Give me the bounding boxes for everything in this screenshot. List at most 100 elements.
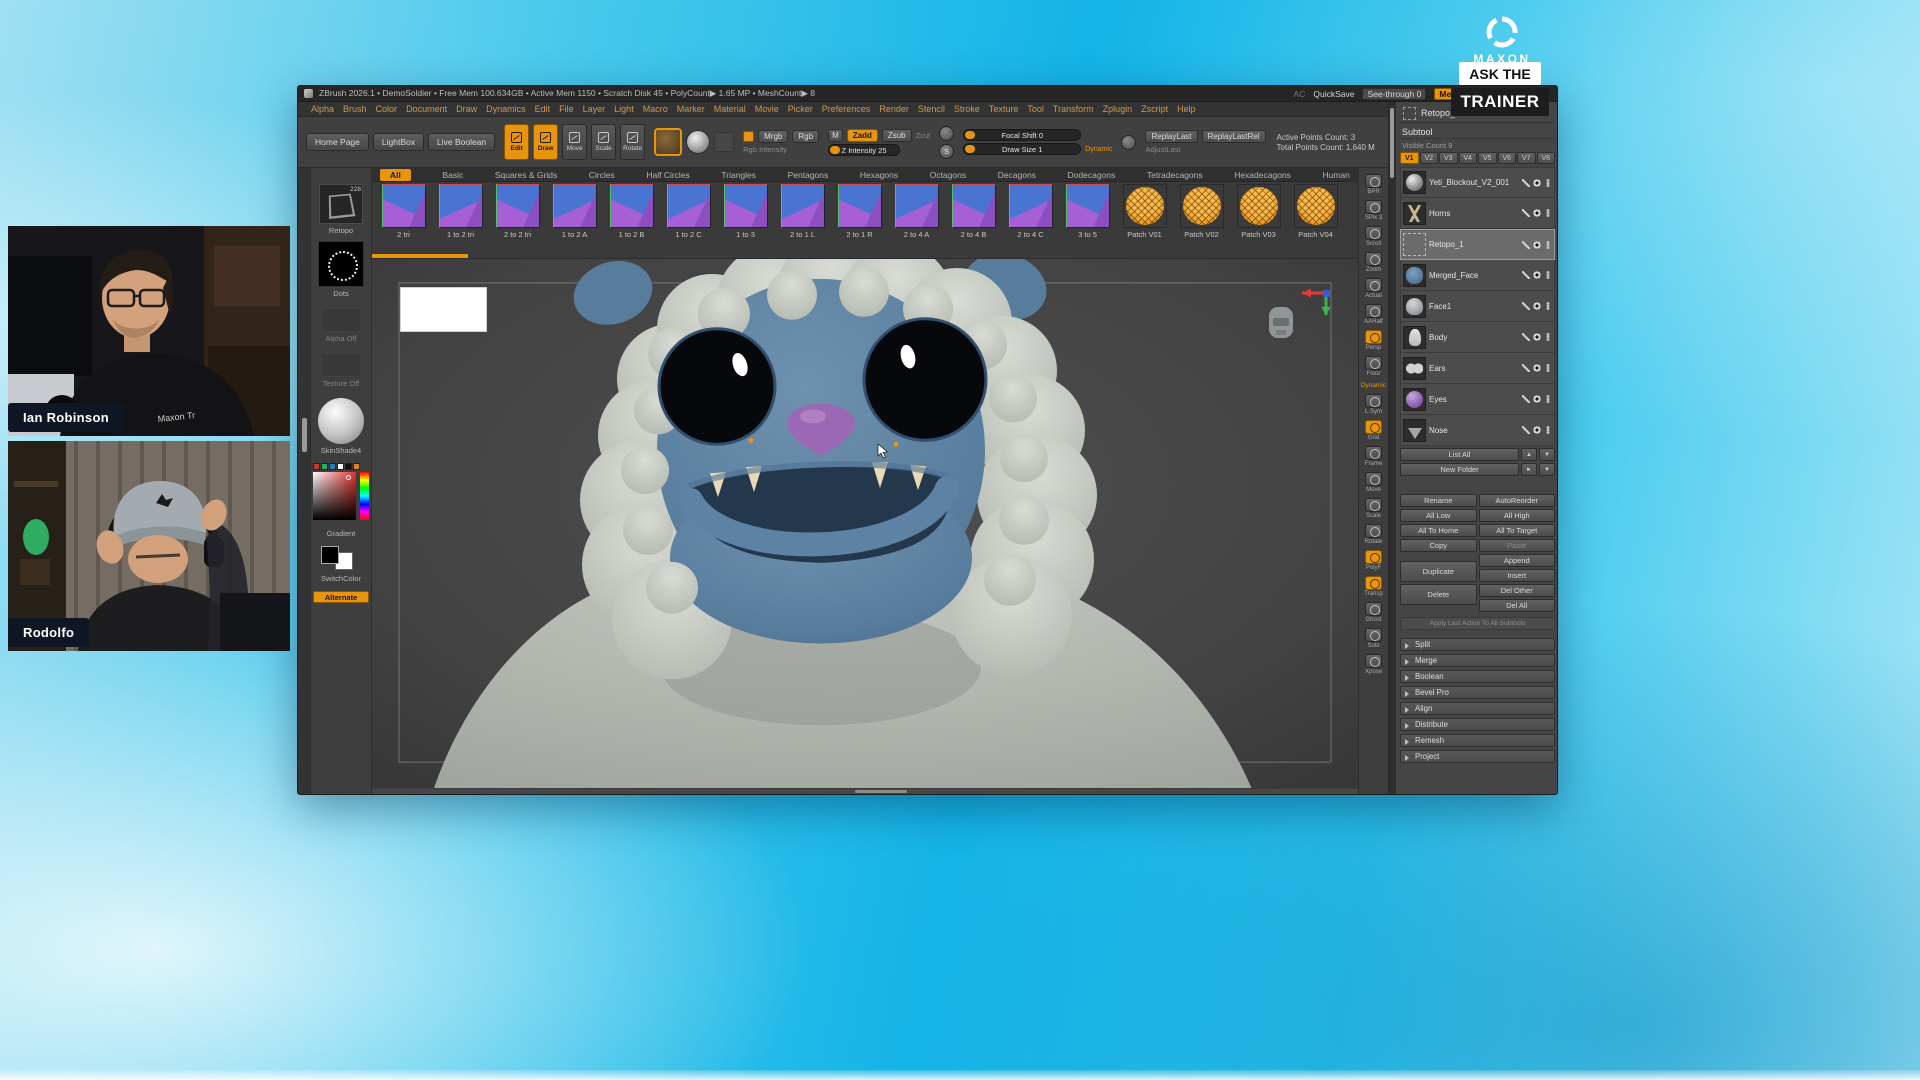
shelf-toggle[interactable]: Scale (1359, 495, 1388, 521)
version-tab[interactable]: V3 (1439, 152, 1458, 164)
subtool-row[interactable]: Body (1400, 322, 1555, 353)
alternate-button[interactable]: Alternate (313, 591, 369, 603)
material-widget[interactable]: SkinShade4 (318, 398, 364, 455)
brush-thumbnail[interactable] (895, 184, 939, 228)
quicksave-button[interactable]: QuickSave (1313, 89, 1354, 99)
menu-item[interactable]: Edit (535, 104, 551, 114)
subtool-options-icon[interactable] (1544, 364, 1552, 372)
visibility-eye-icon[interactable] (1533, 333, 1541, 341)
brush-item[interactable]: Patch V03 (1231, 184, 1286, 252)
subtool-row[interactable]: Merged_Face (1400, 260, 1555, 291)
retopo-tool-icon[interactable]: 228 (319, 184, 363, 224)
polypaint-icon[interactable] (1522, 395, 1530, 403)
menu-item[interactable]: Color (376, 104, 398, 114)
brush-category-tab[interactable]: Octagons (930, 170, 966, 180)
texture-off-icon[interactable] (321, 353, 361, 377)
shelf-toggle[interactable]: Actual (1359, 275, 1388, 301)
shelf-toggle-icon[interactable] (1365, 200, 1382, 214)
visibility-eye-icon[interactable] (1533, 209, 1541, 217)
subtool-row[interactable]: Horns (1400, 198, 1555, 229)
menu-item[interactable]: Dynamics (486, 104, 526, 114)
subtool-thumbnail[interactable] (1403, 326, 1426, 349)
titlebar[interactable]: ZBrush 2026.1 • DemoSoldier • Free Mem 1… (298, 86, 1557, 102)
axis-gizmo[interactable] (1290, 285, 1332, 325)
panel-scrollbar[interactable] (1389, 102, 1396, 794)
duplicate-button[interactable]: Duplicate (1400, 561, 1477, 582)
menu-item[interactable]: Macro (643, 104, 668, 114)
brush-item[interactable]: 3 to 5 (1060, 184, 1115, 252)
all-to-home-button[interactable]: All To Home (1400, 524, 1477, 537)
menu-item[interactable]: Tool (1027, 104, 1044, 114)
move-to-folder-button[interactable]: ► (1521, 463, 1537, 476)
brush-thumbnail[interactable] (610, 184, 654, 228)
insert-button[interactable]: Insert (1479, 569, 1556, 582)
paste-button[interactable]: Paste (1479, 539, 1556, 552)
menu-item[interactable]: Light (614, 104, 634, 114)
brush-thumbnail[interactable] (439, 184, 483, 228)
lightbox-button[interactable]: LightBox (373, 133, 424, 151)
transform-mode-button[interactable]: Draw (533, 124, 558, 160)
transform-mode-button[interactable]: Move (562, 124, 587, 160)
replay-last-button[interactable]: ReplayLast (1145, 130, 1197, 143)
brush-item[interactable]: Patch V04 (1288, 184, 1343, 252)
subtool-options-icon[interactable] (1544, 241, 1552, 249)
brush-thumbnail[interactable] (1294, 184, 1338, 228)
brush-category-tab[interactable]: Half Circles (646, 170, 689, 180)
shelf-toggle[interactable]: AAHalf (1359, 301, 1388, 327)
shelf-toggle[interactable]: Frame (1359, 443, 1388, 469)
shelf-toggle[interactable]: Persp (1359, 327, 1388, 353)
menu-item[interactable]: Material (714, 104, 746, 114)
brush-item[interactable]: 2 to 4 A (889, 184, 944, 252)
draw-size-slider[interactable]: Draw Size 1 (963, 143, 1081, 155)
visibility-eye-icon[interactable] (1533, 179, 1541, 187)
shelf-toggle[interactable]: Zoom (1359, 249, 1388, 275)
shelf-toggle[interactable]: Solo (1359, 625, 1388, 651)
brush-category-tab[interactable]: Human (1322, 170, 1349, 180)
menu-item[interactable]: Preferences (822, 104, 871, 114)
menu-item[interactable]: Layer (583, 104, 606, 114)
current-brush-thumbnail[interactable] (654, 128, 682, 156)
polypaint-icon[interactable] (1522, 209, 1530, 217)
subsection-header[interactable]: Bevel Pro (1400, 686, 1555, 699)
focal-knob-icon[interactable] (939, 126, 954, 141)
brush-item[interactable]: 2 tri (376, 184, 431, 252)
shelf-toggle-icon[interactable] (1365, 446, 1382, 460)
brush-thumbnail[interactable] (667, 184, 711, 228)
menu-item[interactable]: Picker (788, 104, 813, 114)
version-tab[interactable]: V2 (1420, 152, 1439, 164)
material-sphere-icon[interactable] (318, 398, 364, 444)
shelf-toggle-icon[interactable] (1365, 654, 1382, 668)
out-of-folder-button[interactable]: ▼ (1539, 463, 1555, 476)
subtool-thumbnail[interactable] (1403, 419, 1426, 442)
all-to-target-button[interactable]: All To Target (1479, 524, 1556, 537)
current-tool-thumbnail[interactable]: 228 Retopo (319, 184, 363, 235)
brush-category-tab[interactable]: Pentagons (788, 170, 829, 180)
brush-thumbnail[interactable] (781, 184, 825, 228)
subtool-thumbnail[interactable] (1403, 233, 1426, 256)
menu-item[interactable]: Brush (343, 104, 367, 114)
mrgb-button[interactable]: Mrgb (758, 130, 788, 143)
shelf-toggle-icon[interactable] (1365, 278, 1382, 292)
brush-thumbnail[interactable] (724, 184, 768, 228)
subtool-down-button[interactable]: ▼ (1539, 448, 1555, 461)
brush-item[interactable]: Patch V02 (1174, 184, 1229, 252)
brush-thumbnail[interactable] (1123, 184, 1167, 228)
polypaint-icon[interactable] (1522, 426, 1530, 434)
visibility-eye-icon[interactable] (1533, 395, 1541, 403)
brush-category-tab[interactable]: Basic (442, 170, 463, 180)
brush-item[interactable]: 2 to 4 B (946, 184, 1001, 252)
shelf-toggle-icon[interactable] (1365, 498, 1382, 512)
shelf-toggle-icon[interactable] (1365, 550, 1382, 564)
new-folder-button[interactable]: New Folder (1400, 463, 1519, 476)
yeti-model[interactable] (372, 259, 1358, 794)
transform-mode-button[interactable]: Scale (591, 124, 616, 160)
visibility-eye-icon[interactable] (1533, 426, 1541, 434)
all-low-button[interactable]: All Low (1400, 509, 1477, 522)
version-tab[interactable]: V5 (1478, 152, 1497, 164)
subtool-options-icon[interactable] (1544, 426, 1552, 434)
transform-mode-button[interactable]: Edit (504, 124, 529, 160)
shelf-toggle-icon[interactable] (1365, 252, 1382, 266)
visibility-eye-icon[interactable] (1533, 241, 1541, 249)
brush-category-tab[interactable]: Hexadecagons (1234, 170, 1291, 180)
menu-item[interactable]: Stroke (954, 104, 980, 114)
